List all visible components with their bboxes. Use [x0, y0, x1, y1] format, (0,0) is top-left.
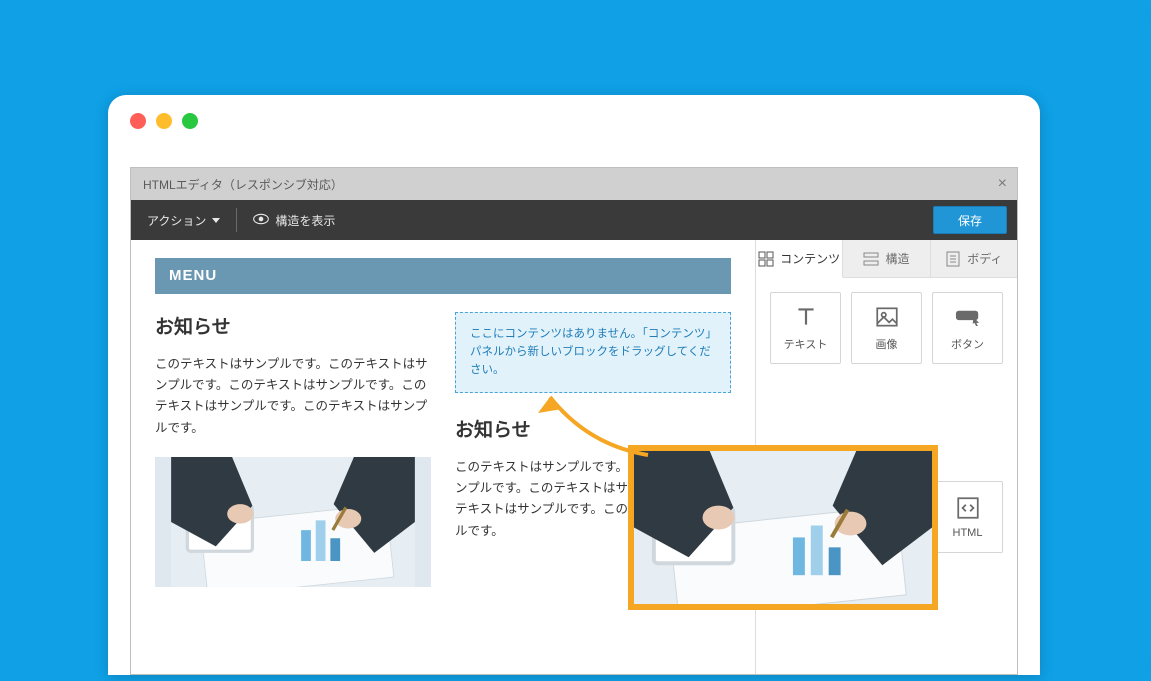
text-icon	[793, 304, 819, 330]
column-left: お知らせ このテキストはサンプルです。このテキストはサンプルです。このテキストは…	[155, 312, 431, 587]
block-extra-1[interactable]	[770, 481, 841, 553]
tab-body-label: ボディ	[967, 250, 1002, 267]
block-image[interactable]: 画像	[851, 292, 922, 364]
eye-icon	[253, 213, 269, 228]
action-menu-label: アクション	[147, 212, 206, 229]
button-icon	[955, 304, 981, 330]
sample-image-1	[155, 457, 431, 587]
block-text-label: テキスト	[784, 336, 828, 352]
column-right: ここにコンテンツはありません。「コンテンツ」パネルから新しいブロックをドラッグし…	[455, 312, 731, 587]
dropzone-text: ここにコンテンツはありません。「コンテンツ」パネルから新しいブロックをドラッグし…	[470, 328, 711, 377]
block-button-label: ボタン	[951, 336, 984, 352]
rows-icon	[863, 251, 879, 267]
save-button-label: 保存	[958, 212, 982, 229]
tab-body[interactable]: ボディ	[931, 240, 1017, 278]
block-button[interactable]: ボタン	[932, 292, 1003, 364]
editor-toolbar: アクション 構造を表示 保存	[131, 200, 1017, 240]
chevron-down-icon	[212, 218, 220, 223]
heading-2: お知らせ	[455, 415, 731, 447]
tab-structure[interactable]: 構造	[843, 240, 930, 278]
paragraph-1: このテキストはサンプルです。このテキストはサンプルです。このテキストはサンプルで…	[155, 354, 431, 439]
block-html-label: HTML	[953, 527, 983, 539]
action-menu-button[interactable]: アクション	[131, 200, 236, 240]
heading-1: お知らせ	[155, 312, 431, 344]
tab-contents[interactable]: コンテンツ	[756, 240, 843, 278]
structure-toggle-button[interactable]: 構造を表示	[237, 200, 351, 240]
window-minimize-dot[interactable]	[156, 113, 172, 129]
side-panel: コンテンツ 構造 ボディ	[755, 240, 1017, 674]
content-dropzone[interactable]: ここにコンテンツはありません。「コンテンツ」パネルから新しいブロックをドラッグし…	[455, 312, 731, 393]
browser-window: HTMLエディタ（レスポンシブ対応） × アクション 構造を表示 保存	[108, 95, 1040, 675]
browser-titlebar	[108, 95, 1040, 147]
window-maximize-dot[interactable]	[182, 113, 198, 129]
content-blocks-grid: テキスト 画像 ボタン	[756, 278, 1017, 674]
editor-dialog: HTMLエディタ（レスポンシブ対応） × アクション 構造を表示 保存	[130, 167, 1018, 675]
business-photo-icon	[155, 457, 431, 587]
editor-titlebar: HTMLエディタ（レスポンシブ対応） ×	[131, 168, 1017, 200]
dialog-title: HTMLエディタ（レスポンシブ対応）	[143, 176, 343, 193]
canvas-columns: お知らせ このテキストはサンプルです。このテキストはサンプルです。このテキストは…	[155, 312, 731, 587]
paragraph-2: このテキストはサンプルです。このテキストはサンプルです。このテキストはサンプルで…	[455, 457, 731, 542]
window-close-dot[interactable]	[130, 113, 146, 129]
grid-icon	[758, 251, 774, 267]
menu-banner: MENU	[155, 258, 731, 294]
editor-canvas[interactable]: MENU お知らせ このテキストはサンプルです。このテキストはサンプルです。この…	[131, 240, 755, 674]
menu-banner-label: MENU	[169, 267, 217, 284]
html-icon	[955, 495, 981, 521]
block-html[interactable]: HTML	[932, 481, 1003, 553]
close-icon[interactable]: ×	[998, 175, 1007, 193]
image-icon	[874, 304, 900, 330]
block-image-label: 画像	[876, 336, 898, 352]
tab-structure-label: 構造	[885, 250, 909, 267]
editor-body: MENU お知らせ このテキストはサンプルです。このテキストはサンプルです。この…	[131, 240, 1017, 674]
tab-contents-label: コンテンツ	[780, 250, 840, 267]
block-text[interactable]: テキスト	[770, 292, 841, 364]
block-extra-2[interactable]	[851, 481, 922, 553]
page-icon	[945, 251, 961, 267]
save-button[interactable]: 保存	[933, 206, 1007, 234]
side-panel-tabs: コンテンツ 構造 ボディ	[756, 240, 1017, 278]
structure-toggle-label: 構造を表示	[275, 212, 335, 229]
